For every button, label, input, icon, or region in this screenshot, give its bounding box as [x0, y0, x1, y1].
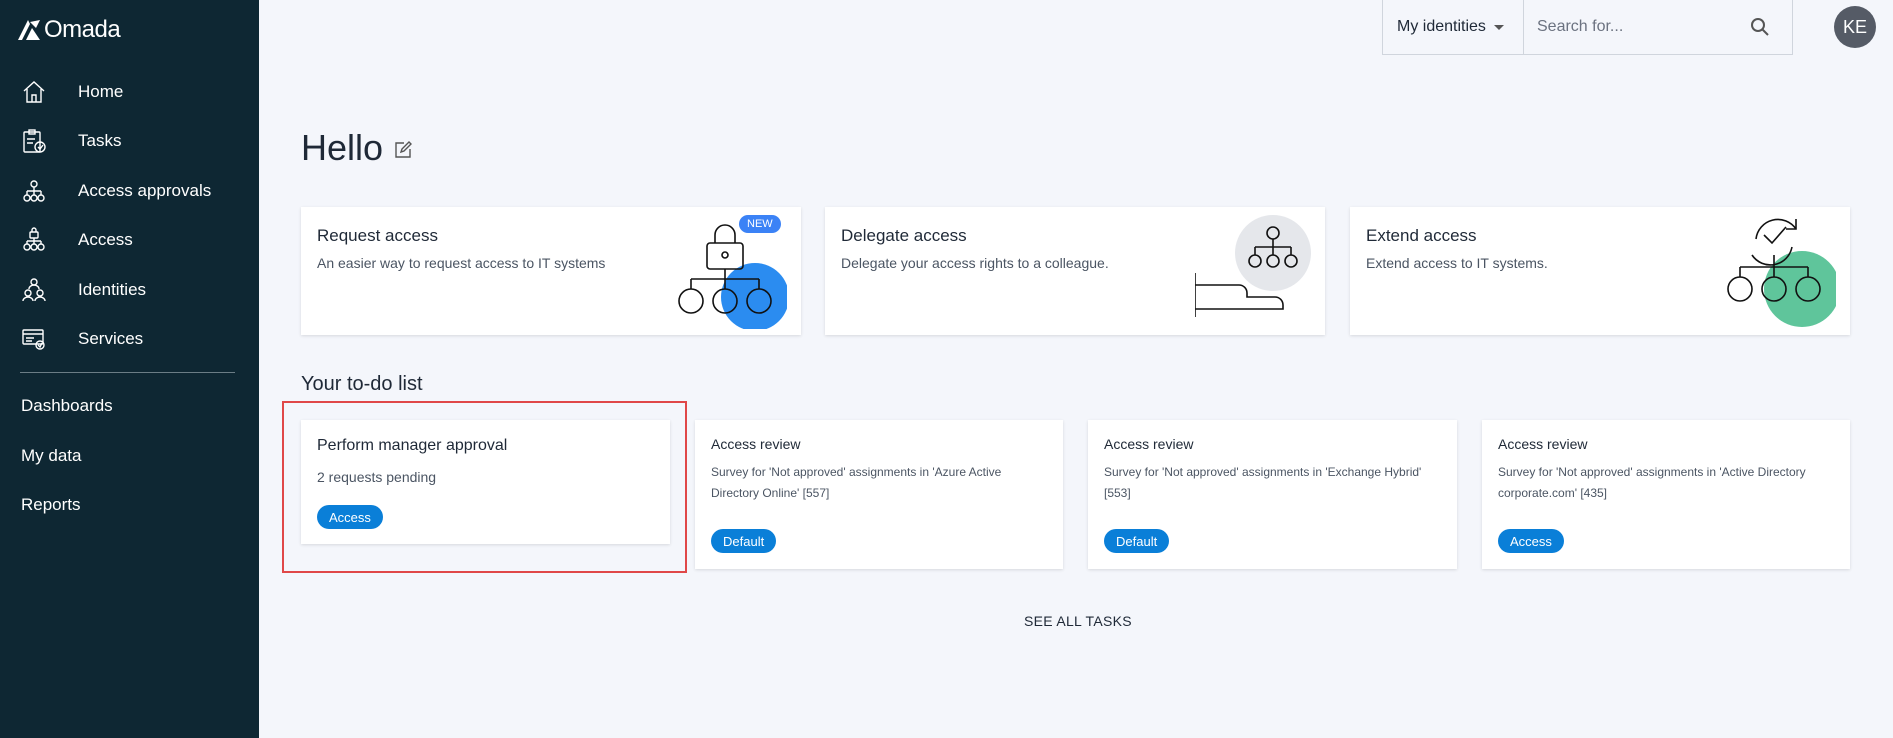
sidebar: Omada Home Tasks Access approvals Access…	[0, 0, 259, 738]
todo-card-description: Survey for 'Not approved' assignments in…	[1498, 465, 1806, 500]
sidebar-link-reports[interactable]: Reports	[21, 495, 81, 515]
card-description: Extend access to IT systems.	[1366, 255, 1548, 271]
brand-name: Omada	[44, 16, 121, 43]
todo-card-tag[interactable]: Access	[317, 505, 383, 529]
delegate-access-card[interactable]: Delegate access Delegate your access rig…	[825, 207, 1325, 335]
todo-card-tag[interactable]: Default	[711, 529, 777, 553]
todo-card-description: Survey for 'Not approved' assignments in…	[1104, 465, 1422, 500]
search-box	[1524, 0, 1792, 54]
sidebar-item-home[interactable]: Home	[0, 70, 259, 114]
card-title: Extend access	[1366, 226, 1477, 245]
todo-section-title: Your to-do list	[301, 373, 423, 395]
omada-logo[interactable]: Omada	[16, 14, 121, 46]
sidebar-item-access-approvals[interactable]: Access approvals	[0, 169, 259, 213]
sidebar-item-identities[interactable]: Identities	[0, 268, 259, 312]
todo-card-title: Access review	[1498, 436, 1588, 452]
see-all-tasks-link[interactable]: SEE ALL TASKS	[1024, 613, 1132, 629]
omada-logo-icon	[18, 20, 40, 40]
sidebar-item-label: Home	[78, 82, 124, 101]
page-title: Hello	[301, 127, 384, 168]
services-icon	[20, 325, 48, 353]
delegate-access-illustration	[1195, 215, 1311, 317]
caret-down-icon	[1493, 24, 1504, 30]
card-description: Delegate your access rights to a colleag…	[841, 255, 1109, 271]
tasks-icon	[20, 127, 48, 155]
request-access-card[interactable]: Request access An easier way to request …	[301, 207, 801, 335]
search-icon[interactable]	[1750, 17, 1770, 37]
home-icon	[20, 78, 48, 106]
search-scope-dropdown[interactable]: My identities	[1383, 0, 1524, 54]
sidebar-link-dashboards[interactable]: Dashboards	[21, 396, 113, 416]
todo-card-access-review[interactable]: Access review Survey for 'Not approved' …	[695, 420, 1063, 569]
sidebar-item-access[interactable]: Access	[0, 218, 259, 262]
extend-access-card[interactable]: Extend access Extend access to IT system…	[1350, 207, 1850, 335]
todo-card-description: Survey for 'Not approved' assignments in…	[711, 465, 1002, 500]
todo-card-title: Access review	[1104, 436, 1194, 452]
todo-card-tag[interactable]: Access	[1498, 529, 1564, 553]
sidebar-item-label: Tasks	[78, 131, 122, 150]
sidebar-divider	[20, 372, 235, 373]
card-title: Delegate access	[841, 226, 967, 245]
global-search-bar: My identities	[1382, 0, 1793, 55]
card-description: An easier way to request access to IT sy…	[317, 255, 606, 271]
sidebar-item-label: Services	[78, 329, 144, 348]
card-title: Request access	[317, 226, 438, 245]
todo-card-access-review[interactable]: Access review Survey for 'Not approved' …	[1482, 420, 1850, 569]
edit-icon[interactable]	[393, 140, 413, 160]
sidebar-item-label: Identities	[78, 280, 147, 299]
todo-card-title: Perform manager approval	[317, 437, 508, 454]
new-badge: NEW	[739, 215, 781, 233]
access-approvals-icon	[20, 177, 48, 205]
todo-card-title: Access review	[711, 436, 801, 452]
sidebar-link-my-data[interactable]: My data	[21, 446, 81, 466]
todo-card-manager-approval[interactable]: Perform manager approval 2 requests pend…	[301, 420, 670, 544]
todo-card-description: 2 requests pending	[317, 469, 437, 485]
todo-card-access-review[interactable]: Access review Survey for 'Not approved' …	[1088, 420, 1457, 569]
sidebar-item-services[interactable]: Services	[0, 317, 259, 361]
todo-card-tag[interactable]: Default	[1104, 529, 1170, 553]
user-avatar[interactable]: KE	[1834, 6, 1876, 48]
identities-icon	[20, 276, 48, 304]
extend-access-illustration	[1727, 218, 1836, 327]
sidebar-item-tasks[interactable]: Tasks	[0, 119, 259, 163]
sidebar-item-label: Access approvals	[78, 181, 212, 200]
sidebar-item-label: Access	[78, 230, 133, 249]
search-scope-label: My identities	[1397, 18, 1486, 35]
access-icon	[20, 226, 48, 254]
